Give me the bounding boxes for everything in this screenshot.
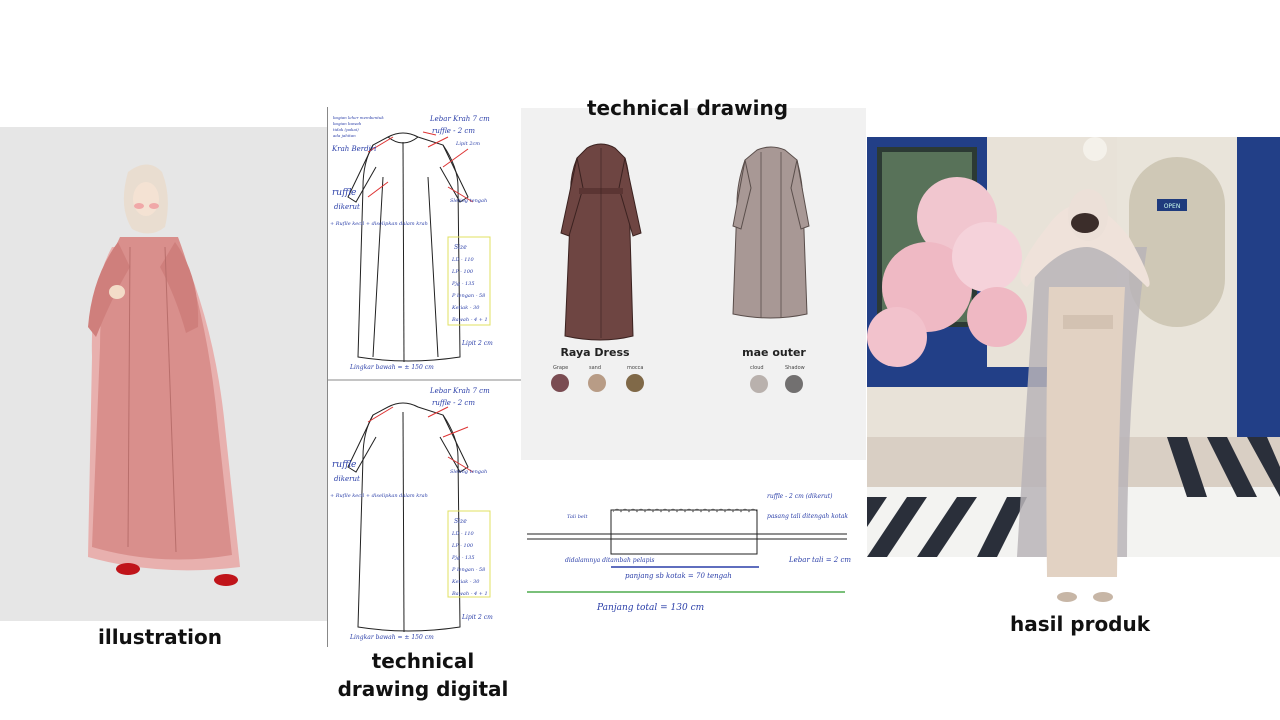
note-diselipkan-2: + Ruflle kecil + diselipkan dalam krah (330, 493, 428, 499)
illustration-panel (0, 127, 327, 621)
size-item-3: Pjg - 135 (451, 281, 475, 287)
belt-sketch: Tali belt ruffle - 2 cm (dikerut) pasang… (527, 493, 851, 613)
swatch-label-shadow: Shadow (785, 365, 805, 371)
dress-sketch-2 (347, 402, 469, 633)
product-name-raya: Raya Dress (560, 346, 630, 359)
note-top-3: tidak (pakai) (333, 127, 359, 132)
belt-sketch-panel: Tali belt ruffle - 2 cm (dikerut) pasang… (521, 462, 854, 622)
size-item-2-6: Bawah - 4 + 1 (451, 591, 488, 597)
belt-right-note: pasang tali ditengah kotak (767, 513, 848, 520)
note-lipit-bottom: Lipit 2 cm (461, 340, 493, 347)
size-title-2: Size (454, 518, 467, 525)
dress-sketch-1 (347, 132, 469, 363)
flat-drawings: Raya Dress mae outer Grape sand mocca cl… (551, 143, 810, 393)
note-sleting: Sleting tengah (450, 198, 487, 204)
swatch-cloud (750, 375, 768, 393)
sketch-pages: bagian leher membentuk bagian bawah tida… (328, 115, 522, 641)
note-ruffle-top-2: ruffle - 2 cm (432, 399, 475, 407)
caption-hasil-produk: hasil produk (1009, 612, 1151, 636)
note-ruffle-top: ruffle - 2 cm (432, 127, 475, 135)
note-bottom: Lingkar bawah = ± 150 cm (349, 364, 434, 371)
note-dikerut: dikerut (334, 203, 360, 211)
note-top-2: bagian bawah (333, 121, 362, 126)
belt-lebar-tali: Lebar tali = 2 cm (788, 556, 851, 564)
size-title: Size (454, 244, 467, 251)
size-item-5: Ketiak - 30 (451, 305, 480, 311)
note-diselipkan: + Ruflle kecil + diselipkan dalam krah (330, 221, 428, 227)
belt-left-bottom: didalamnya ditambah pelapis (565, 557, 654, 564)
size-item-2-5: Ketiak - 30 (451, 579, 480, 585)
belt-left-note: Tali belt (567, 514, 588, 520)
swatch-shadow (785, 375, 803, 393)
note-ruffle: ruffle (332, 188, 356, 198)
note-lipit: Lipit 2cm (455, 141, 480, 147)
swatch-label-sand: sand (589, 365, 601, 371)
size-item-2-2: LP - 100 (451, 543, 474, 549)
note-top-1: bagian leher membentuk (333, 115, 384, 120)
technical-drawing-panel: Raya Dress mae outer Grape sand mocca cl… (521, 108, 866, 460)
size-item-1: LD - 110 (451, 257, 475, 263)
caption-technical-drawing: technical drawing (586, 96, 789, 120)
swatch-group-mae: cloud Shadow (750, 365, 805, 393)
note-lebar-krah: Lebar Krah 7 cm (429, 115, 490, 123)
photo-scene: OPEN (867, 137, 1280, 611)
raya-dress-drawing (560, 143, 642, 341)
swatch-label-grape: Grape (553, 365, 568, 371)
swatch-label-cloud: cloud (750, 365, 764, 371)
product-name-mae: mae outer (742, 346, 806, 359)
note-sleting-2: Sleting tengah (450, 469, 487, 475)
note-krah: Krah Berdiri (331, 145, 376, 153)
size-item-2-4: P lengan - 58 (451, 567, 485, 573)
caption-illustration: illustration (97, 625, 223, 649)
note-lebar-krah-2: Lebar Krah 7 cm (429, 387, 490, 395)
note-top-4: ada jahitan (333, 133, 356, 138)
belt-top-note: ruffle - 2 cm (dikerut) (767, 493, 833, 500)
note-bottom-2: Lingkar bawah = ± 150 cm (349, 634, 434, 641)
belt-mid-note: panjang sb kotak = 70 tengah (625, 572, 732, 580)
note-ruffle-2: ruffle (332, 460, 356, 470)
swatch-label-mocca: mocca (627, 365, 644, 371)
swatch-grape (551, 374, 569, 392)
size-item-2-3: Pjg - 135 (451, 555, 475, 561)
swatch-group-raya: Grape sand mocca (551, 365, 644, 392)
size-item-4: P lengan - 58 (451, 293, 485, 299)
size-item-2: LP - 100 (451, 269, 474, 275)
size-item-6: Bawah - 4 + 1 (451, 317, 488, 323)
note-dikerut-2: dikerut (334, 475, 360, 483)
technical-digital-panel: bagian leher membentuk bagian bawah tida… (327, 107, 522, 647)
product-photo: OPEN (867, 137, 1280, 611)
swatch-mocca (626, 374, 644, 392)
mae-outer-drawing (732, 146, 810, 319)
caption-technical-digital: technical drawing digital (337, 649, 509, 701)
belt-total: Panjang total = 130 cm (596, 603, 704, 613)
illustration-figure (88, 164, 240, 586)
size-item-2-1: LD - 110 (451, 531, 475, 537)
note-lipit-bottom-2: Lipit 2 cm (461, 614, 493, 621)
sign-open: OPEN (1164, 203, 1181, 210)
swatch-sand (588, 374, 606, 392)
